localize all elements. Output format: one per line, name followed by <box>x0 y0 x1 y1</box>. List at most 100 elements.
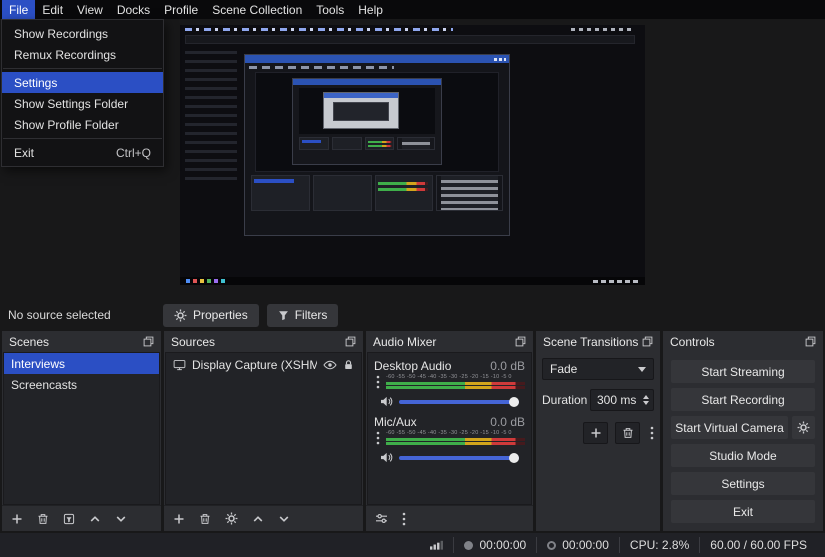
properties-button[interactable]: Properties <box>163 304 259 327</box>
display-capture-icon <box>173 359 186 371</box>
slider-handle[interactable] <box>509 397 519 407</box>
menu-item-label: Remux Recordings <box>14 48 116 62</box>
scenes-list: Interviews Screencasts <box>3 352 160 505</box>
menu-item-show-settings-folder[interactable]: Show Settings Folder <box>2 93 163 114</box>
channel-menu-icon[interactable] <box>374 430 382 445</box>
spin-down-icon[interactable] <box>643 401 649 405</box>
controls-dock: Controls Start Streaming Start Recording… <box>663 331 823 531</box>
menu-item-shortcut: Ctrl+Q <box>116 146 151 160</box>
nested-window-level-1 <box>244 54 510 236</box>
menu-profile[interactable]: Profile <box>157 0 205 19</box>
channel-menu-icon[interactable] <box>374 374 382 389</box>
nested-preview <box>255 72 499 172</box>
add-scene-icon[interactable] <box>11 513 23 525</box>
menu-item-settings[interactable]: Settings <box>2 72 163 93</box>
nested-preview <box>299 88 435 134</box>
dock-toggle-icon[interactable] <box>515 336 526 347</box>
scene-item-screencasts[interactable]: Screencasts <box>4 374 159 395</box>
nested-sources-dock <box>313 175 372 211</box>
mute-icon[interactable] <box>380 452 393 463</box>
add-transition-button[interactable] <box>583 422 608 444</box>
menu-item-exit[interactable]: Exit Ctrl+Q <box>2 142 163 163</box>
captured-desktop-tray <box>571 28 635 31</box>
volume-meter: -60 -55 -50 -45 -40 -35 -30 -25 -20 -15 … <box>386 374 525 389</box>
sources-list: Display Capture (XSHM) <box>165 352 362 505</box>
filters-button[interactable]: Filters <box>267 304 339 327</box>
scenes-dock: Scenes Interviews Screencasts <box>2 331 161 531</box>
transition-value: Fade <box>550 362 577 376</box>
no-source-selected-label: No source selected <box>8 308 111 322</box>
menu-edit[interactable]: Edit <box>35 0 70 19</box>
preview-canvas[interactable] <box>180 25 645 285</box>
menu-file[interactable]: File <box>2 0 35 19</box>
dock-area: Scenes Interviews Screencasts Sources Di… <box>0 329 825 533</box>
dropdown-arrow-icon <box>638 367 646 372</box>
add-source-icon[interactable] <box>173 513 185 525</box>
scene-item-interviews[interactable]: Interviews <box>4 353 159 374</box>
recording-time: 00:00:00 <box>479 538 526 552</box>
gear-icon <box>174 309 187 322</box>
menu-docks[interactable]: Docks <box>110 0 157 19</box>
trash-icon <box>622 427 634 439</box>
stream-dot-icon <box>547 541 556 550</box>
mute-icon[interactable] <box>380 396 393 407</box>
menu-item-show-profile-folder[interactable]: Show Profile Folder <box>2 114 163 135</box>
settings-button[interactable]: Settings <box>671 472 815 495</box>
cpu-usage: CPU: 2.8% <box>619 537 699 553</box>
source-properties-icon[interactable] <box>225 512 238 525</box>
start-streaming-button[interactable]: Start Streaming <box>671 360 815 383</box>
volume-slider[interactable] <box>399 400 519 404</box>
nested-audio-meter <box>375 175 434 211</box>
dock-toggle-icon[interactable] <box>143 336 154 347</box>
visibility-icon[interactable] <box>323 360 337 370</box>
menu-scene-collection[interactable]: Scene Collection <box>205 0 309 19</box>
spinbox-arrows[interactable] <box>643 395 649 405</box>
plus-icon <box>590 427 602 439</box>
mixer-toolbar <box>366 505 533 531</box>
mixer-menu-icon[interactable] <box>402 512 406 526</box>
remove-scene-icon[interactable] <box>37 513 49 525</box>
network-stats <box>420 537 453 553</box>
volume-slider[interactable] <box>399 456 519 460</box>
filters-label: Filters <box>295 308 328 322</box>
move-source-down-icon[interactable] <box>278 514 290 524</box>
audio-mixer-title: Audio Mixer <box>373 335 436 349</box>
nested-sources-dock <box>332 137 362 150</box>
dock-toggle-icon[interactable] <box>805 336 816 347</box>
move-scene-up-icon[interactable] <box>89 514 101 524</box>
file-menu-dropdown: Show Recordings Remux Recordings Setting… <box>1 19 164 167</box>
menu-item-remux-recordings[interactable]: Remux Recordings <box>2 44 163 65</box>
menu-item-show-recordings[interactable]: Show Recordings <box>2 23 163 44</box>
start-recording-button[interactable]: Start Recording <box>671 388 815 411</box>
move-scene-down-icon[interactable] <box>115 514 127 524</box>
exit-button[interactable]: Exit <box>671 500 815 523</box>
captured-toolbar <box>185 35 635 44</box>
scene-filters-icon[interactable] <box>63 513 75 525</box>
transition-select[interactable]: Fade <box>542 358 654 380</box>
captured-sidebar <box>185 51 237 181</box>
transition-menu-icon[interactable] <box>650 426 654 440</box>
slider-handle[interactable] <box>509 453 519 463</box>
meter-bar <box>386 438 525 441</box>
source-item-display-capture[interactable]: Display Capture (XSHM) <box>166 353 361 377</box>
nested-titlebar <box>245 55 509 63</box>
spin-up-icon[interactable] <box>643 395 649 399</box>
move-source-up-icon[interactable] <box>252 514 264 524</box>
menu-tools[interactable]: Tools <box>309 0 351 19</box>
dock-toggle-icon[interactable] <box>642 336 653 347</box>
fps-counter: 60.00 / 60.00 FPS <box>699 537 817 553</box>
scenes-title: Scenes <box>9 335 49 349</box>
network-bars-icon <box>430 540 443 550</box>
dock-toggle-icon[interactable] <box>345 336 356 347</box>
lock-icon[interactable] <box>343 359 354 371</box>
menu-help[interactable]: Help <box>351 0 390 19</box>
virtual-camera-settings-button[interactable] <box>792 416 815 439</box>
advanced-audio-icon[interactable] <box>375 513 388 524</box>
studio-mode-button[interactable]: Studio Mode <box>671 444 815 467</box>
menu-view[interactable]: View <box>70 0 110 19</box>
start-virtual-camera-button[interactable]: Start Virtual Camera <box>671 416 788 439</box>
remove-source-icon[interactable] <box>199 513 211 525</box>
controls-title: Controls <box>670 335 715 349</box>
remove-transition-button[interactable] <box>615 422 640 444</box>
duration-spinbox[interactable]: 300 ms <box>590 389 654 411</box>
